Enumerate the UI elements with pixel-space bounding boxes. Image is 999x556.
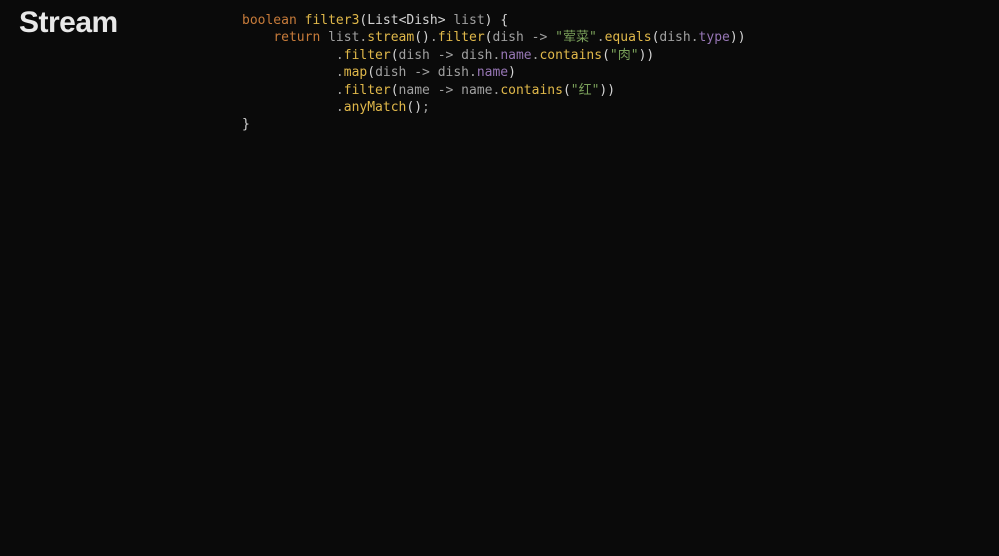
sp (430, 65, 438, 80)
method-stream: stream (367, 30, 414, 45)
code-block: boolean filter3(List<Dish> list) { retur… (242, 12, 746, 134)
paren-open: ( (563, 83, 571, 98)
class-dish: Dish (406, 13, 437, 28)
lambda-param: dish (659, 30, 690, 45)
paren-close: ) (607, 83, 615, 98)
sp (524, 30, 532, 45)
paren-open: ( (391, 48, 399, 63)
code-line-3: .filter(dish -> dish.name.contains("肉")) (242, 48, 654, 63)
code-line-7: } (242, 117, 250, 132)
dot: . (336, 83, 344, 98)
paren-open: ( (485, 30, 493, 45)
gt: > (438, 13, 446, 28)
semicolon: ; (422, 100, 430, 115)
lambda-param: dish (493, 30, 524, 45)
lambda-param: name (399, 83, 430, 98)
method-contains: contains (539, 48, 602, 63)
sp (547, 30, 555, 45)
arrow: -> (414, 65, 430, 80)
code-line-4: .map(dish -> dish.name) (242, 65, 516, 80)
string-literal: "荤菜" (555, 30, 597, 45)
paren-close: ) (738, 30, 746, 45)
lambda-param: dish (375, 65, 406, 80)
method-contains: contains (500, 83, 563, 98)
sp (430, 48, 438, 63)
sp (320, 30, 328, 45)
paren-open: ( (367, 65, 375, 80)
dot: . (597, 30, 605, 45)
code-line-6: .anyMatch(); (242, 100, 430, 115)
property-name: name (477, 65, 508, 80)
property-name: name (500, 48, 531, 63)
method-filter: filter (438, 30, 485, 45)
code-line-2: return list.stream().filter(dish -> "荤菜"… (242, 30, 746, 45)
paren-open: ( (391, 83, 399, 98)
indent (242, 65, 336, 80)
paren-close: ) (646, 48, 654, 63)
lambda-param: dish (438, 65, 469, 80)
dot: . (336, 65, 344, 80)
method-equals: equals (605, 30, 652, 45)
dot: . (469, 65, 477, 80)
sp (430, 83, 438, 98)
paren-close: ) (485, 13, 493, 28)
method-filter: filter (344, 83, 391, 98)
code-line-5: .filter(name -> name.contains("红")) (242, 83, 615, 98)
arrow: -> (438, 83, 454, 98)
indent (242, 100, 336, 115)
lambda-param: dish (461, 48, 492, 63)
method-filter: filter (344, 48, 391, 63)
lambda-param: dish (399, 48, 430, 63)
paren-open: ( (602, 48, 610, 63)
keyword-return: return (273, 30, 320, 45)
indent (242, 30, 273, 45)
string-literal: "肉" (610, 48, 639, 63)
brace-close: } (242, 117, 250, 132)
slide-title: Stream (19, 6, 118, 40)
paren-close: ) (730, 30, 738, 45)
arrow: -> (438, 48, 454, 63)
paren-close: ) (422, 30, 430, 45)
string-literal: "红" (571, 83, 600, 98)
ident-list: list (328, 30, 359, 45)
paren-close: ) (508, 65, 516, 80)
code-line-1: boolean filter3(List<Dish> list) { (242, 13, 508, 28)
paren-open: ( (414, 30, 422, 45)
dot: . (430, 30, 438, 45)
dot: . (691, 30, 699, 45)
indent (242, 48, 336, 63)
paren-close: ) (414, 100, 422, 115)
sp (453, 83, 461, 98)
dot: . (336, 48, 344, 63)
lambda-param: name (461, 83, 492, 98)
class-list: List (367, 13, 398, 28)
keyword-boolean: boolean (242, 13, 297, 28)
property-type: type (699, 30, 730, 45)
sp (453, 48, 461, 63)
brace-open: { (493, 13, 509, 28)
param-list: list (453, 13, 484, 28)
function-name: filter3 (305, 13, 360, 28)
method-map: map (344, 65, 367, 80)
dot: . (336, 100, 344, 115)
arrow: -> (532, 30, 548, 45)
method-anymatch: anyMatch (344, 100, 407, 115)
indent (242, 83, 336, 98)
